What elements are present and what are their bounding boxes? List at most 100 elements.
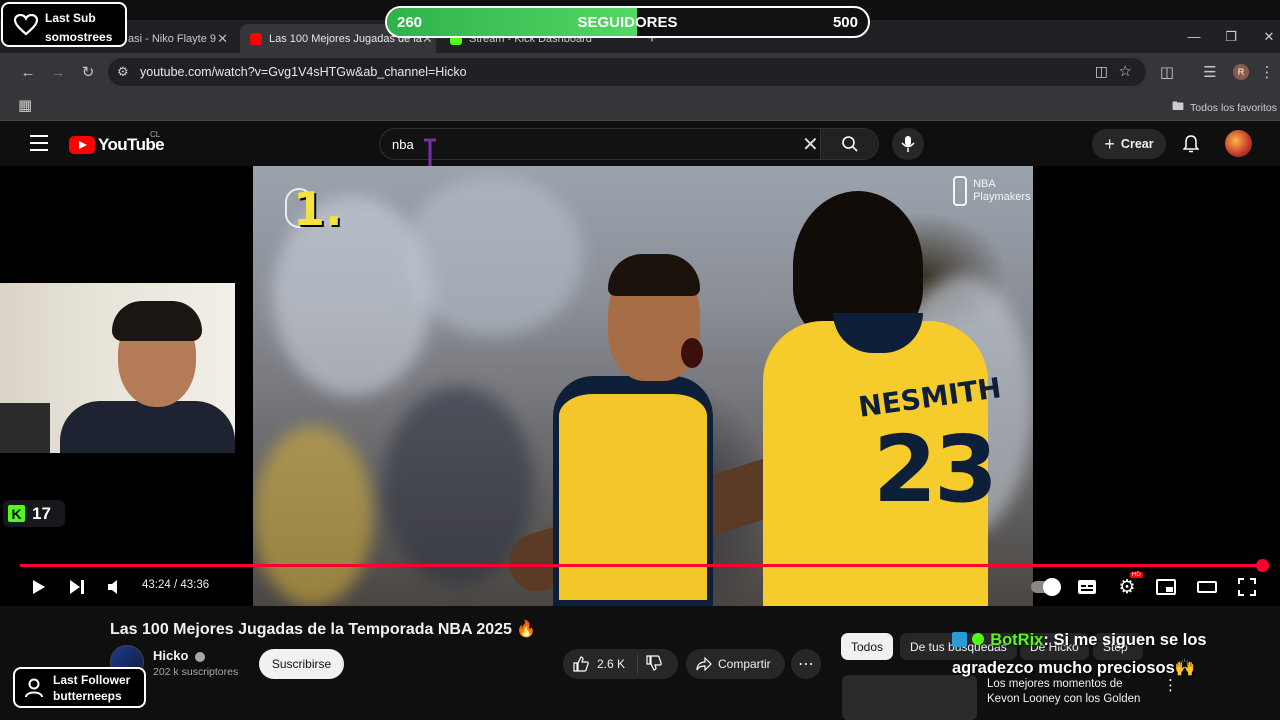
voice-search-button[interactable] — [892, 128, 924, 160]
subscribe-button[interactable]: Suscribirse — [259, 649, 344, 679]
play-button[interactable] — [30, 576, 48, 598]
microphone-icon — [901, 136, 915, 152]
plus-icon: + — [1104, 133, 1115, 154]
thumbs-down-icon — [646, 654, 662, 671]
browser-toolbar: ← → ↻ ⚙ youtube.com/watch?v=Gvg1V4sHTGw&… — [0, 53, 1280, 91]
site-info-icon[interactable]: ⚙ — [117, 64, 129, 80]
watermark-line2: Playmakers — [973, 191, 1031, 203]
time-display: 43:24 / 43:36 — [142, 579, 210, 591]
verified-icon — [195, 651, 206, 662]
last-follower-name: butterneeps — [53, 689, 122, 703]
watermark-line1: NBA — [973, 178, 996, 190]
volume-button[interactable] — [106, 576, 124, 598]
chat-message: BotRix: Si me siguen se los agradezco mu… — [952, 626, 1252, 682]
rank-label: 1. — [293, 182, 343, 236]
bookmarks-bar: ▦ 🖿 Todos los favoritos — [0, 91, 1280, 121]
more-actions-icon[interactable]: ⋯ — [791, 649, 821, 679]
cast-icon[interactable]: ◫ — [1095, 63, 1108, 80]
folder-icon: 🖿 — [1172, 99, 1185, 113]
create-button[interactable]: + Crear — [1092, 129, 1166, 159]
like-count: 2.6 K — [597, 657, 626, 671]
jersey-number: 23 — [873, 416, 998, 523]
webcam-shelf — [0, 403, 50, 453]
bookmark-star-icon[interactable]: ☆ — [1119, 62, 1132, 80]
player-left-jersey — [553, 376, 713, 606]
share-icon — [696, 657, 712, 671]
next-icon — [70, 580, 84, 594]
notifications-bell-icon[interactable] — [1178, 131, 1204, 157]
forward-icon[interactable]: → — [43, 53, 73, 91]
play-icon — [33, 580, 45, 594]
last-follower-label: Last Follower — [53, 673, 131, 687]
progress-scrubber[interactable] — [1256, 559, 1269, 572]
tab-title: asi - Niko Flayte 9 — [128, 32, 217, 45]
reload-icon[interactable]: ↻ — [73, 53, 103, 91]
share-button[interactable]: Compartir — [686, 649, 785, 679]
channel-name-text: Hicko — [153, 648, 189, 663]
subtitles-icon[interactable] — [1077, 576, 1097, 598]
settings-gear-icon[interactable]: ⚙ HD — [1117, 572, 1143, 598]
address-bar[interactable]: ⚙ youtube.com/watch?v=Gvg1V4sHTGw&ab_cha… — [108, 58, 1146, 86]
youtube-favicon-icon — [250, 32, 262, 45]
autoplay-toggle[interactable] — [1030, 576, 1061, 598]
dislike-button[interactable] — [638, 654, 662, 674]
recommendation-line2: Kevon Looney con los Golden — [987, 693, 1141, 705]
search-box[interactable]: nba ✕ — [379, 128, 879, 160]
account-avatar[interactable] — [1225, 130, 1252, 157]
last-sub-label: Last Sub — [45, 11, 96, 25]
kick-logo-icon: K — [8, 505, 25, 522]
video-frame[interactable]: NESMITH 23 1. NBA Playmakers — [253, 166, 1033, 606]
search-icon — [841, 136, 858, 152]
hamburger-menu-icon[interactable] — [30, 135, 48, 151]
youtube-header: YouTube CL nba ✕ + Crear — [0, 122, 1280, 166]
last-follower-overlay: Last Follower butterneeps — [13, 667, 146, 708]
profile-initial: R — [1233, 64, 1249, 80]
create-label: Crear — [1120, 137, 1154, 151]
user-icon — [25, 678, 43, 698]
share-label: Compartir — [718, 657, 771, 671]
menu-kebab-icon[interactable]: ⋮ — [1257, 53, 1277, 91]
kick-viewer-count: K 17 — [3, 500, 65, 527]
next-button[interactable] — [68, 576, 86, 598]
close-window-icon[interactable]: ✕ — [1250, 20, 1280, 53]
chip-todos[interactable]: Todos — [841, 633, 894, 660]
close-icon[interactable]: ✕ — [217, 31, 228, 47]
like-button[interactable]: 2.6 K — [563, 654, 638, 674]
tab-niko-flayte[interactable]: asi - Niko Flayte 9 ✕ — [118, 24, 238, 53]
last-sub-name: somostrees — [45, 30, 113, 44]
apps-grid-icon[interactable]: ▦ — [18, 96, 32, 114]
player-mouth — [681, 338, 703, 368]
fullscreen-icon[interactable] — [1237, 576, 1257, 598]
minimize-icon[interactable]: — — [1175, 20, 1213, 53]
screen: asi - Niko Flayte 9 ✕ Las 100 Mejores Ju… — [0, 0, 1280, 720]
miniplayer-icon[interactable] — [1156, 576, 1176, 598]
thumbs-up-icon — [573, 656, 589, 672]
channel-name[interactable]: Hicko — [153, 648, 206, 663]
crowd-blur — [403, 176, 583, 336]
all-bookmarks-folder[interactable]: 🖿 Todos los favoritos — [1172, 97, 1277, 118]
back-icon[interactable]: ← — [13, 53, 43, 91]
youtube-logo[interactable]: YouTube CL — [69, 130, 165, 155]
profile-avatar[interactable]: R — [1226, 53, 1256, 91]
webcam-streamer-body — [60, 401, 235, 453]
restore-icon[interactable]: ❐ — [1212, 20, 1250, 53]
chat-username: BotRix — [990, 631, 1044, 649]
bot-icon — [952, 632, 967, 647]
volume-icon — [108, 580, 117, 594]
clear-search-icon[interactable]: ✕ — [802, 132, 819, 157]
youtube-play-icon — [69, 136, 95, 154]
url-text: youtube.com/watch?v=Gvg1V4sHTGw&ab_chann… — [140, 65, 467, 79]
webcam-streamer-hair — [112, 301, 202, 341]
nba-playmakers-watermark: NBA Playmakers — [953, 176, 1031, 206]
followers-label: SEGUIDORES — [577, 14, 678, 31]
extensions-icon[interactable]: ◫ — [1152, 53, 1182, 91]
last-sub-overlay: Last Sub somostrees — [1, 2, 127, 47]
media-icon[interactable]: ☰ — [1195, 53, 1225, 91]
search-button[interactable] — [820, 129, 878, 159]
player-left-hair — [608, 254, 700, 296]
followers-goal: 500 — [832, 14, 858, 31]
heart-icon — [14, 14, 38, 36]
progress-bar[interactable] — [20, 564, 1263, 567]
search-input[interactable]: nba — [392, 137, 414, 152]
theater-mode-icon[interactable] — [1197, 576, 1217, 598]
